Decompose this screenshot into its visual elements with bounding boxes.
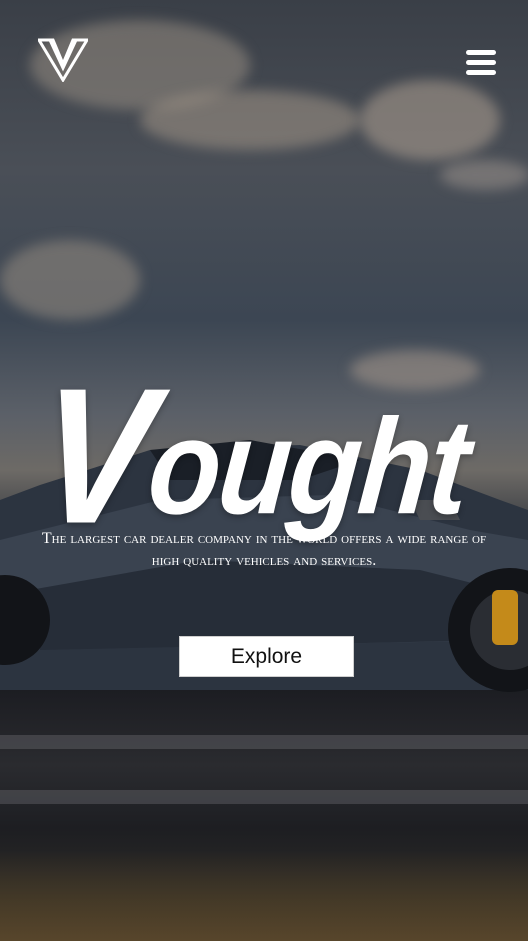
cloud: [0, 240, 140, 320]
grass: [0, 850, 528, 941]
tagline: The largest car dealer company in the wo…: [30, 528, 498, 572]
cloud: [440, 160, 528, 190]
tagline-line-2: high quality vehicles and services.: [151, 552, 377, 569]
cloud: [140, 90, 360, 150]
menu-bar: [466, 70, 496, 75]
menu-bar: [466, 50, 496, 55]
cloud: [360, 80, 500, 160]
road-stripe: [0, 790, 528, 804]
brand-title: Vought: [0, 348, 528, 564]
road-stripe: [0, 735, 528, 749]
hero-section: Vought The largest car dealer company in…: [0, 0, 528, 941]
menu-bar: [466, 60, 496, 65]
explore-button[interactable]: Explore: [179, 636, 354, 677]
brand-rest: ought: [142, 391, 475, 544]
tagline-line-1: The largest car dealer company in the wo…: [41, 530, 487, 547]
hamburger-menu-icon[interactable]: [466, 50, 496, 76]
v-logo-icon[interactable]: [38, 38, 88, 82]
